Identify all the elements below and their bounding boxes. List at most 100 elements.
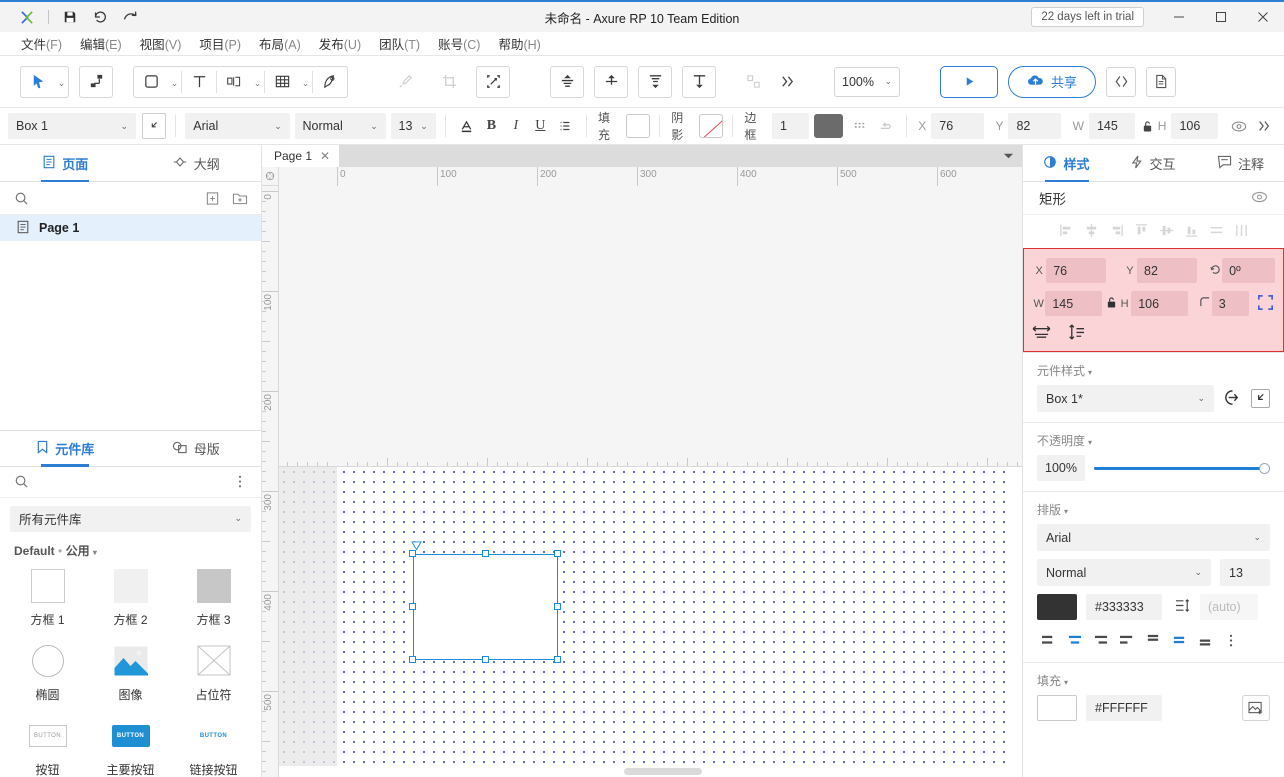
font-size-select[interactable]: 13 ⌄ <box>391 113 436 139</box>
pick-style-icon[interactable] <box>1251 389 1270 408</box>
vertical-align-top-icon[interactable] <box>1141 628 1165 652</box>
tab-library[interactable]: 元件库 <box>0 431 131 466</box>
underline-button[interactable]: U <box>528 113 552 139</box>
italic-button[interactable]: I <box>504 113 528 139</box>
font-family-select[interactable]: Arial ⌄ <box>185 113 290 139</box>
font-color-swatch[interactable] <box>1037 594 1077 620</box>
distribute-h-icon[interactable] <box>1209 223 1224 241</box>
text-align-center-icon[interactable] <box>1063 628 1087 652</box>
typography-font-select[interactable]: Arial ⌄ <box>1037 524 1270 551</box>
menu-file[interactable]: 文件(F) <box>12 31 71 56</box>
scroll-thumb[interactable] <box>624 768 702 775</box>
close-icon[interactable]: ✕ <box>320 149 330 163</box>
widget-button[interactable]: BUTTON 按钮 <box>6 713 89 777</box>
tab-outline[interactable]: 大纲 <box>131 145 262 181</box>
send-back-icon[interactable] <box>594 66 628 98</box>
transform-icon[interactable] <box>476 66 510 98</box>
rectangle-icon[interactable] <box>134 66 168 98</box>
slider-knob[interactable] <box>1259 463 1270 474</box>
search-icon[interactable] <box>12 473 30 491</box>
widget-name-select[interactable]: Box 1 ⌄ <box>8 113 136 139</box>
align-left-icon[interactable] <box>1059 223 1074 241</box>
widget-image[interactable]: 图像 <box>89 638 172 707</box>
visibility-eye-icon[interactable] <box>1251 191 1268 206</box>
tab-notes[interactable]: 注释 <box>1197 145 1284 181</box>
corner-mode-icon[interactable] <box>1256 293 1275 315</box>
design-canvas[interactable] <box>279 467 1011 766</box>
vertical-ruler[interactable]: 0100200300400500 <box>262 186 279 777</box>
align-bottom-icon[interactable] <box>1184 223 1199 241</box>
resize-handle[interactable] <box>409 656 416 663</box>
align-top-icon[interactable] <box>1134 223 1149 241</box>
group-icon[interactable] <box>736 66 770 98</box>
auto-width-icon[interactable] <box>1032 324 1051 343</box>
text-align-left-icon[interactable] <box>1037 628 1061 652</box>
widget-picker-button[interactable] <box>142 113 167 139</box>
widget-style-select[interactable]: Box 1* ⌄ <box>1037 385 1214 412</box>
rotation-handle[interactable] <box>411 541 422 553</box>
resize-handle[interactable] <box>482 550 489 557</box>
widget-style-header[interactable]: 元件样式▾ <box>1037 362 1270 379</box>
y-field[interactable]: 82 <box>1008 113 1061 139</box>
rectangle-dropdown-icon[interactable]: ⌄ <box>168 66 181 98</box>
widget-link-button[interactable]: BUTTON 链接按钮 <box>172 713 255 777</box>
text-align-right-icon[interactable] <box>1089 628 1113 652</box>
fill-color-swatch[interactable] <box>1037 695 1077 721</box>
widget-ellipse[interactable]: 椭圆 <box>6 638 89 707</box>
shadow-swatch[interactable] <box>699 114 724 138</box>
geo-w-field[interactable]: 145 <box>1045 291 1102 316</box>
bold-button[interactable]: B <box>479 113 503 139</box>
border-width-field[interactable]: 1 <box>772 113 809 139</box>
distribute-v-icon[interactable] <box>1234 223 1249 241</box>
w-field[interactable]: 145 <box>1089 113 1135 139</box>
align-center-h-icon[interactable] <box>1084 223 1099 241</box>
corner-radius-field[interactable]: 3 <box>1212 291 1249 316</box>
line-height-icon[interactable] <box>1175 598 1191 616</box>
placeholder-icon[interactable] <box>217 66 251 98</box>
visibility-eye-icon[interactable] <box>1227 113 1251 139</box>
menu-team[interactable]: 团队(T) <box>370 31 429 56</box>
distribute-v-icon[interactable] <box>682 66 716 98</box>
maximize-button[interactable] <box>1200 2 1242 32</box>
placeholder-dropdown-icon[interactable]: ⌄ <box>251 66 264 98</box>
font-color-hex-field[interactable]: #333333 <box>1086 594 1162 620</box>
widget-box3[interactable]: 方框 3 <box>172 563 255 632</box>
library-options-icon[interactable] <box>231 473 249 491</box>
geo-x-field[interactable]: 76 <box>1046 258 1106 283</box>
search-icon[interactable] <box>12 189 30 207</box>
text-icon[interactable] <box>182 66 216 98</box>
table-icon[interactable] <box>265 66 299 98</box>
resize-handle[interactable] <box>554 550 561 557</box>
menu-project[interactable]: 项目(P) <box>190 31 250 56</box>
geo-h-field[interactable]: 106 <box>1131 291 1188 316</box>
align-right-icon[interactable] <box>1109 223 1124 241</box>
propbar-more-icon[interactable] <box>1252 113 1276 139</box>
list-button[interactable] <box>553 113 577 139</box>
resize-handle[interactable] <box>482 656 489 663</box>
tab-masters[interactable]: 母版 <box>131 431 262 466</box>
tab-interaction[interactable]: 交互 <box>1110 145 1197 181</box>
horizontal-ruler[interactable]: 0100200300400500600 <box>279 167 1022 467</box>
app-logo-icon[interactable] <box>12 5 42 29</box>
vertical-align-bottom-icon[interactable] <box>1193 628 1217 652</box>
canvas-tab-page1[interactable]: Page 1 ✕ <box>262 145 339 167</box>
vertical-align-middle-icon[interactable] <box>1167 628 1191 652</box>
library-group-header[interactable]: Default • 公用 ▾ <box>0 536 261 563</box>
more-tools-icon[interactable] <box>770 66 804 98</box>
library-select[interactable]: 所有元件库 ⌄ <box>10 506 251 532</box>
apply-style-icon[interactable] <box>1223 388 1242 410</box>
tab-style[interactable]: 样式 <box>1023 145 1110 181</box>
undo-icon[interactable] <box>85 5 115 29</box>
arrow-style-button[interactable] <box>873 113 897 139</box>
close-button[interactable] <box>1242 2 1284 32</box>
menu-publish[interactable]: 发布(U) <box>310 31 370 56</box>
typography-header[interactable]: 排版▾ <box>1037 501 1270 518</box>
border-style-button[interactable] <box>848 113 872 139</box>
canvas-horizontal-scrollbar[interactable] <box>279 766 1022 777</box>
x-field[interactable]: 76 <box>931 113 984 139</box>
font-weight-select[interactable]: Normal ⌄ <box>295 113 386 139</box>
crop-icon[interactable] <box>432 66 466 98</box>
lock-aspect-icon[interactable] <box>1139 113 1156 139</box>
opacity-header[interactable]: 不透明度▾ <box>1037 432 1270 449</box>
widget-primary-button[interactable]: BUTTON 主要按钮 <box>89 713 172 777</box>
